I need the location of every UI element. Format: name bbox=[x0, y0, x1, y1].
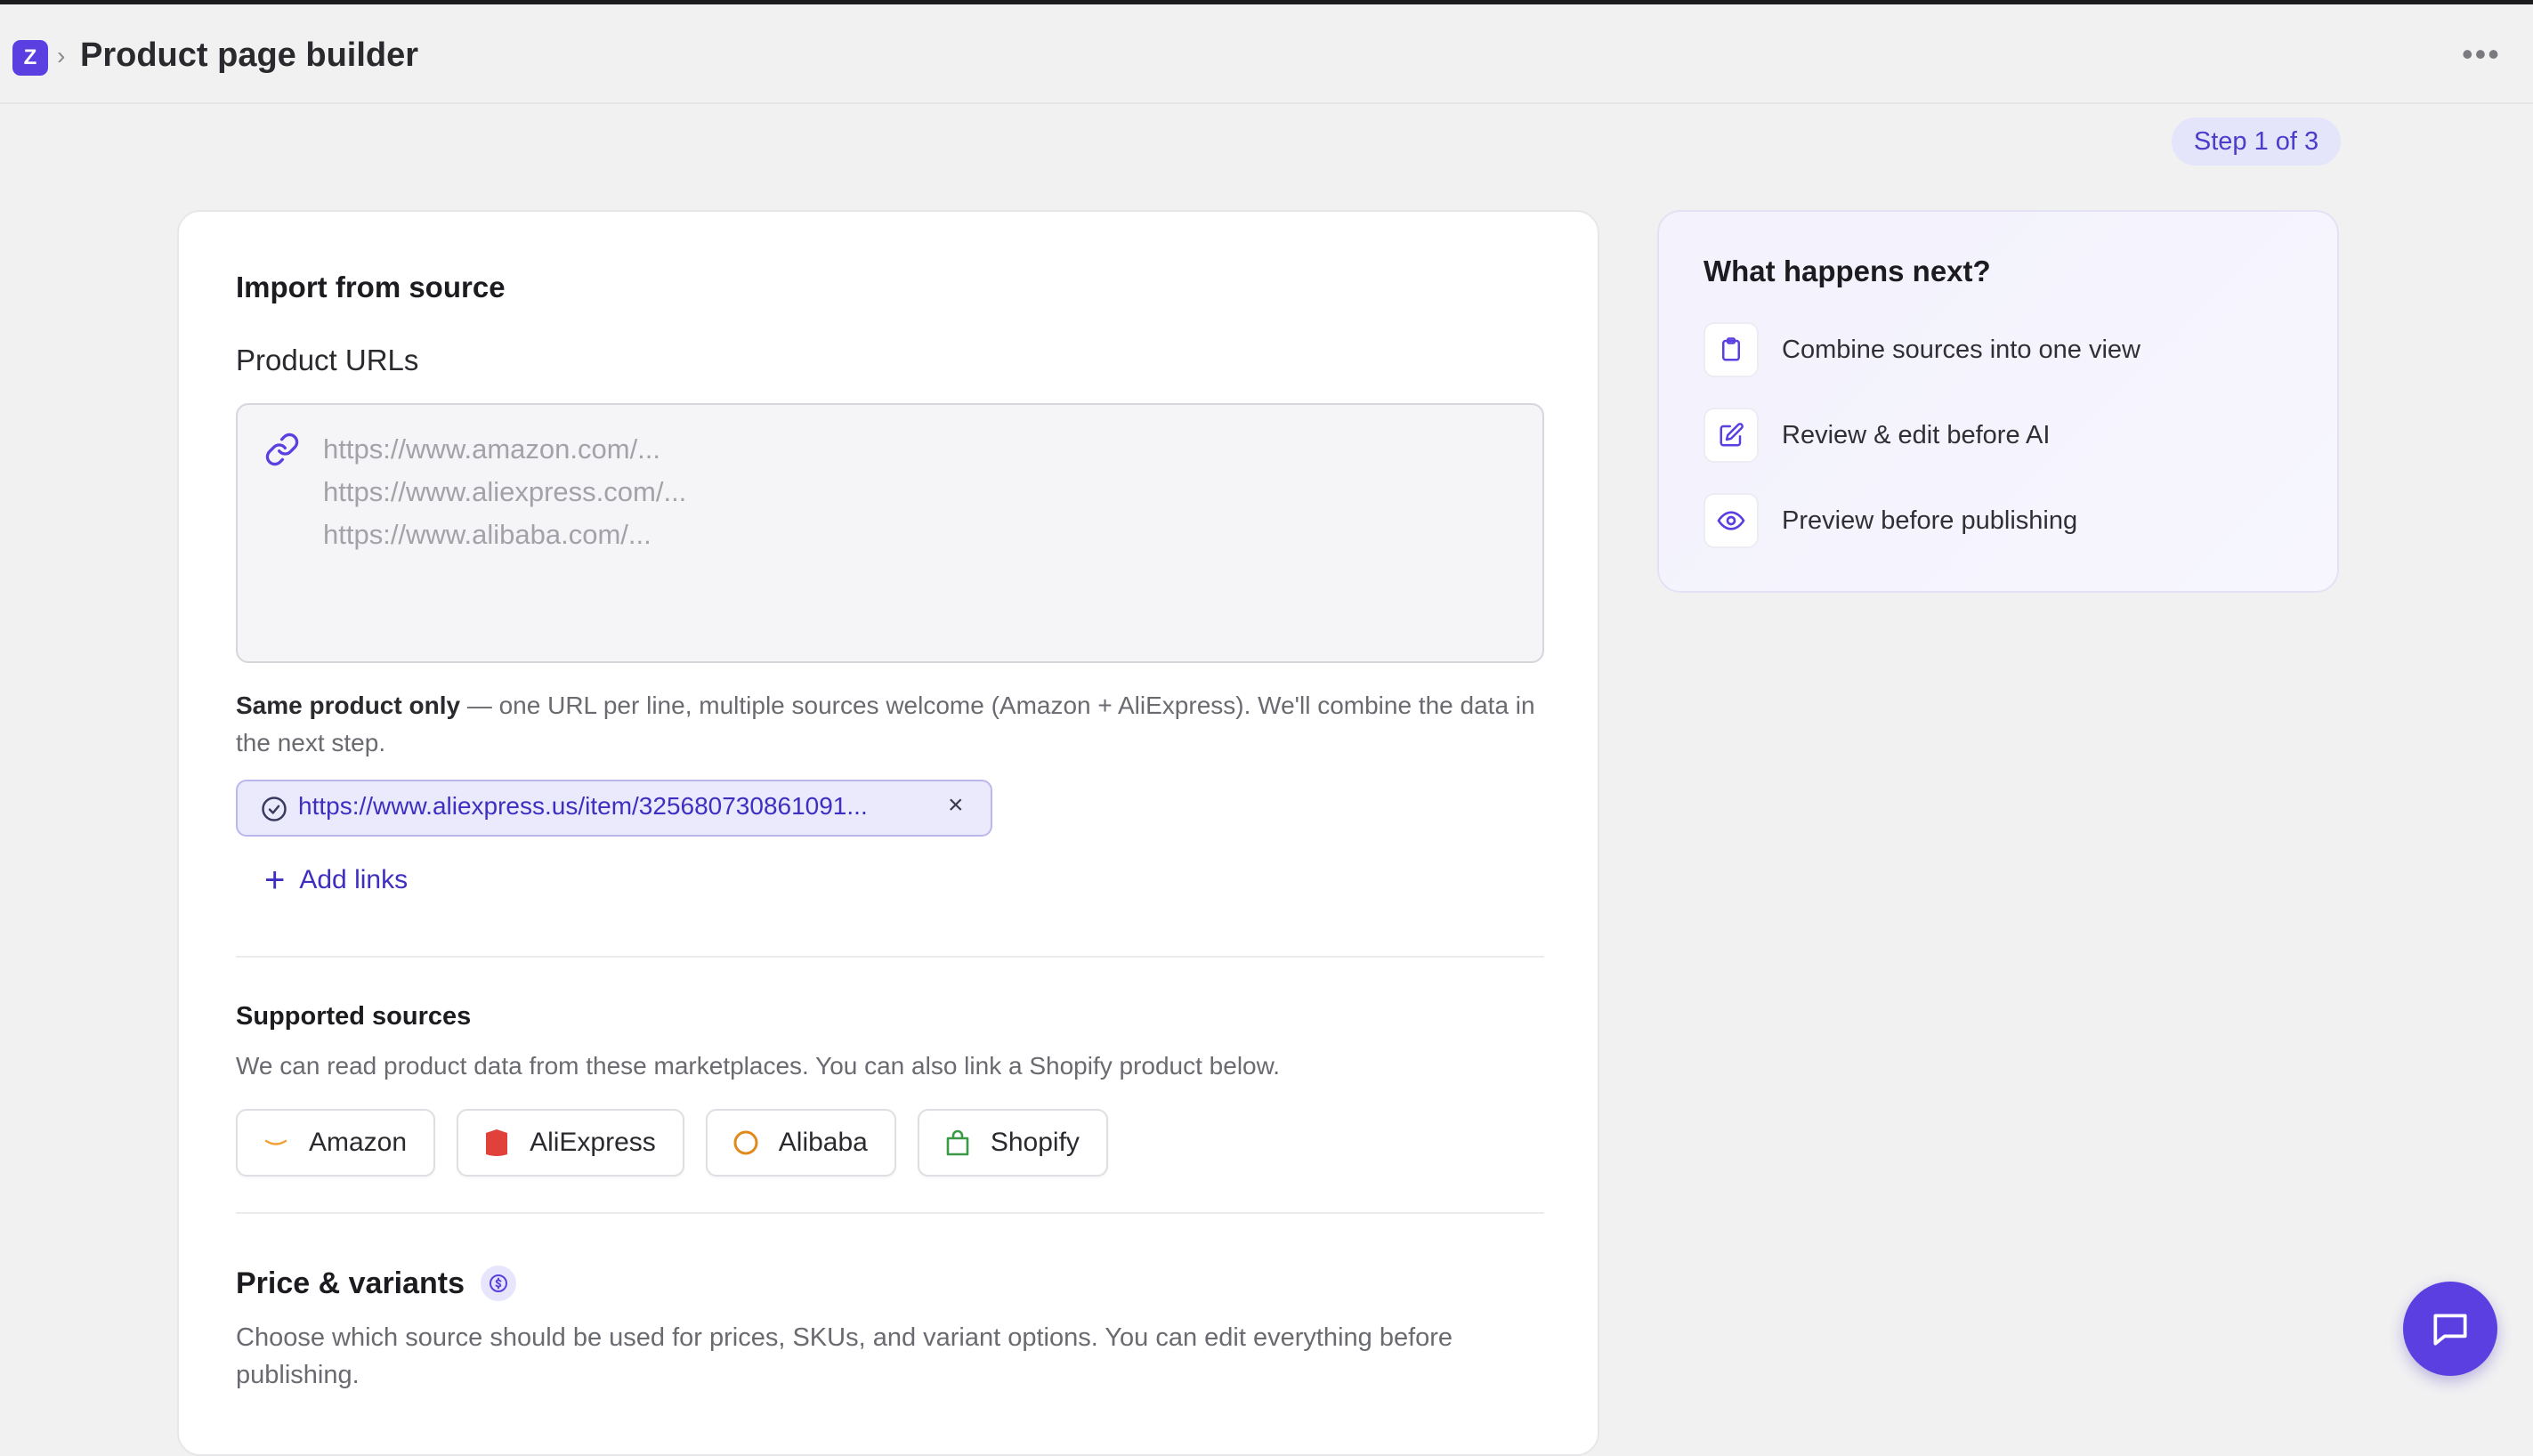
next-item-review: Review & edit before AI bbox=[1704, 408, 2050, 463]
breadcrumb-separator-icon: › bbox=[57, 42, 66, 69]
price-variants-heading: Price & variants bbox=[236, 1266, 517, 1301]
check-circle-icon bbox=[262, 797, 287, 821]
app-header: Z › Product page builder ••• bbox=[0, 4, 2533, 104]
app-logo[interactable]: Z bbox=[12, 40, 48, 76]
next-item-combine: Combine sources into one view bbox=[1704, 322, 2141, 377]
added-url-text[interactable]: https://www.aliexpress.us/item/325680730… bbox=[298, 792, 868, 821]
supported-sources-heading: Supported sources bbox=[236, 1002, 472, 1031]
source-shopify[interactable]: Shopify bbox=[917, 1109, 1108, 1177]
shopify-icon bbox=[943, 1128, 973, 1158]
urls-placeholder: https://www.amazon.com/... https://www.a… bbox=[323, 433, 687, 550]
aliexpress-icon bbox=[482, 1128, 512, 1158]
what-happens-next-panel: What happens next? Combine sources into … bbox=[1657, 210, 2339, 593]
link-icon bbox=[265, 433, 299, 466]
source-list: Amazon AliExpress Alibaba Shopify bbox=[236, 1109, 1108, 1177]
source-alibaba[interactable]: Alibaba bbox=[705, 1109, 896, 1177]
section-divider bbox=[236, 1212, 1544, 1214]
next-item-label: Review & edit before AI bbox=[1782, 420, 2051, 449]
source-label: AliExpress bbox=[530, 1128, 656, 1157]
clipboard-icon bbox=[1704, 322, 1759, 377]
page-title: Product page builder bbox=[80, 36, 419, 74]
add-links-label: Add links bbox=[299, 865, 409, 894]
alibaba-icon bbox=[731, 1128, 761, 1158]
chat-button[interactable] bbox=[2403, 1282, 2497, 1376]
next-item-label: Preview before publishing bbox=[1782, 506, 2078, 535]
plus-icon: + bbox=[264, 861, 286, 900]
source-label: Shopify bbox=[990, 1128, 1080, 1157]
remove-url-icon[interactable]: × bbox=[948, 790, 964, 821]
source-label: Amazon bbox=[309, 1128, 408, 1157]
next-title: What happens next? bbox=[1704, 255, 1991, 287]
hint-bold: Same product only bbox=[236, 692, 461, 719]
source-aliexpress[interactable]: AliExpress bbox=[457, 1109, 684, 1177]
added-url-chip: https://www.aliexpress.us/item/325680730… bbox=[236, 780, 992, 837]
chat-icon bbox=[2433, 1314, 2467, 1346]
supported-sources-description: We can read product data from these mark… bbox=[236, 1052, 1281, 1080]
dollar-icon bbox=[481, 1266, 517, 1301]
add-links-button[interactable]: + Add links bbox=[264, 861, 409, 900]
eye-icon bbox=[1704, 493, 1759, 548]
source-amazon[interactable]: Amazon bbox=[236, 1109, 436, 1177]
product-urls-label: Product URLs bbox=[236, 344, 419, 376]
price-variants-title: Price & variants bbox=[236, 1266, 465, 1300]
more-options-icon[interactable]: ••• bbox=[2462, 38, 2501, 70]
product-urls-textarea[interactable]: https://www.amazon.com/... https://www.a… bbox=[236, 403, 1544, 663]
source-label: Alibaba bbox=[778, 1128, 868, 1157]
import-card: Import from source Product URLs https://… bbox=[177, 210, 1599, 1456]
import-heading: Import from source bbox=[236, 271, 506, 303]
edit-icon bbox=[1704, 408, 1759, 463]
step-badge: Step 1 of 3 bbox=[2172, 117, 2341, 166]
amazon-icon bbox=[261, 1128, 291, 1158]
price-variants-description: Choose which source should be used for p… bbox=[236, 1323, 1453, 1389]
next-item-label: Combine sources into one view bbox=[1782, 335, 2141, 364]
next-item-preview: Preview before publishing bbox=[1704, 493, 2077, 548]
section-divider bbox=[236, 956, 1544, 958]
urls-hint: Same product only — one URL per line, mu… bbox=[236, 687, 1553, 762]
